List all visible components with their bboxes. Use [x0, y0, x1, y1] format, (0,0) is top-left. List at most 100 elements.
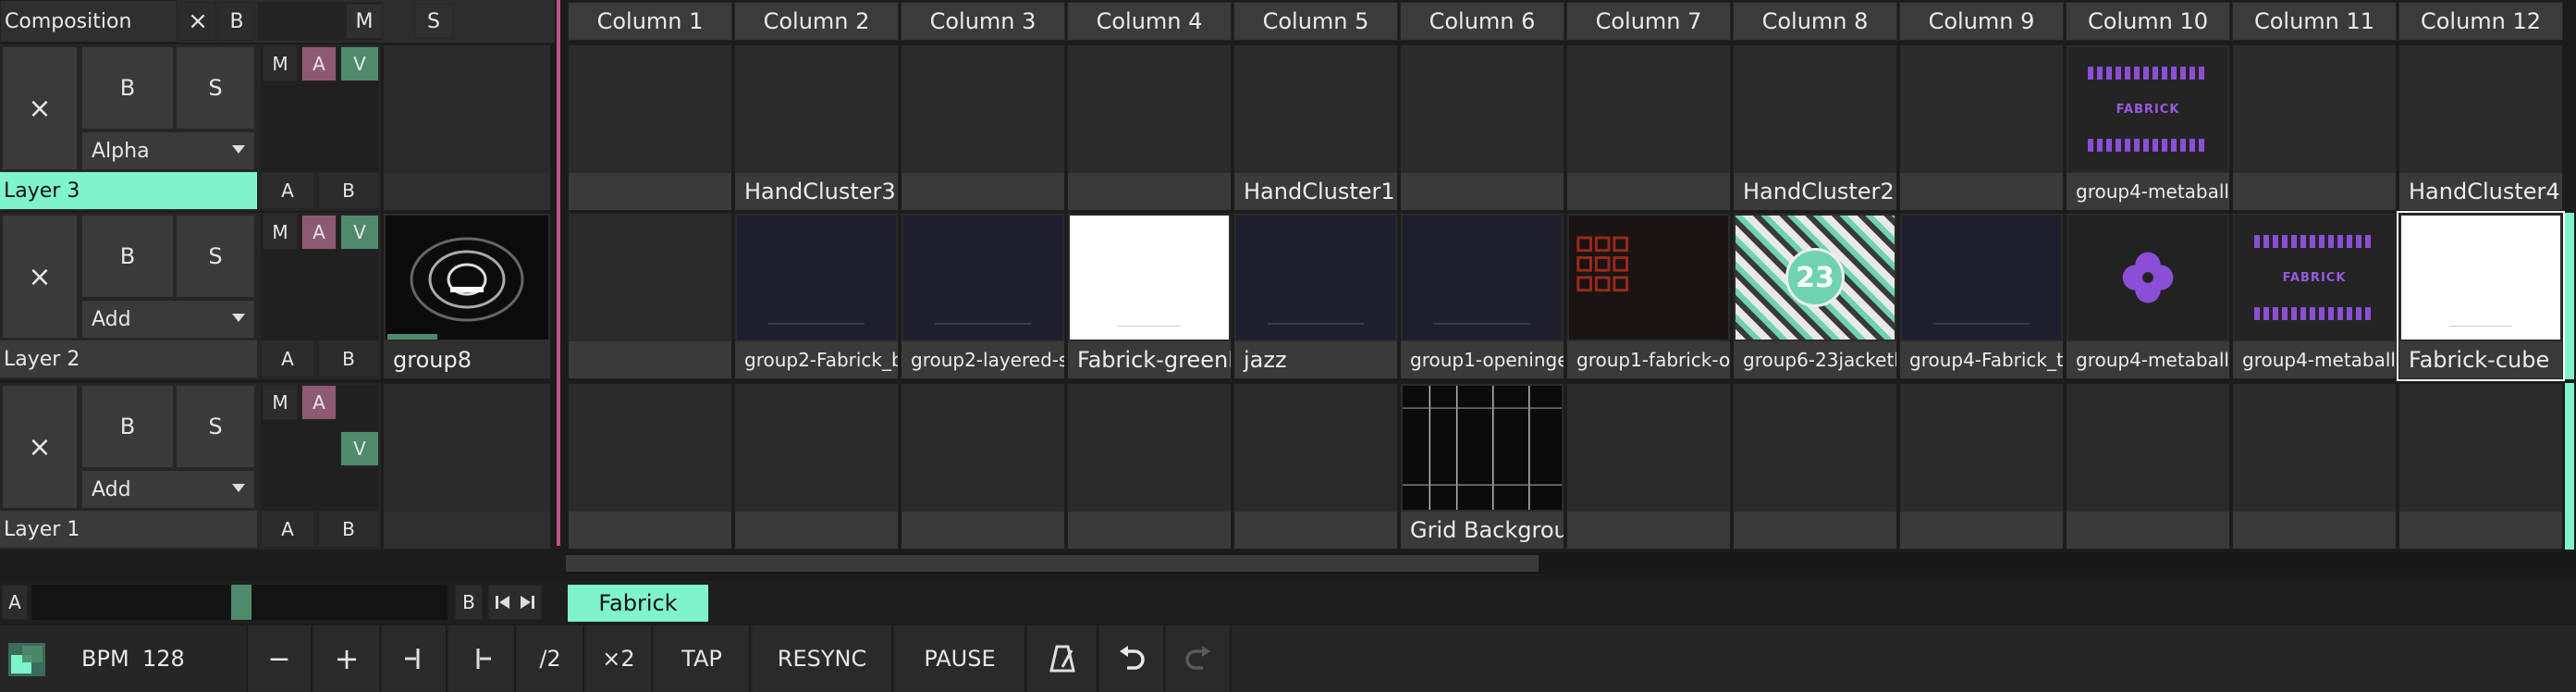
clip-slot[interactable]: group4-Fabrick_ti... [1899, 213, 2064, 379]
clip-slot[interactable]: group4-metaballZ... [2066, 213, 2230, 379]
layer-preview[interactable]: group8 [383, 213, 551, 379]
layer-clear-button[interactable]: × [2, 215, 78, 339]
crossfader-a-button[interactable]: A [2, 585, 28, 620]
clip-slot[interactable]: HandCluster3 [734, 44, 899, 211]
layer-preview[interactable] [383, 383, 551, 550]
composition-bypass-button[interactable]: B [218, 2, 255, 41]
layer-solo-button[interactable]: S [176, 385, 255, 468]
clip-slot[interactable] [2232, 44, 2397, 211]
layer-name[interactable]: Layer 1 [0, 511, 257, 548]
clip-slot[interactable] [1899, 44, 2064, 211]
clip-slot[interactable]: HandCluster2 [1733, 44, 1897, 211]
clip-slot[interactable] [1233, 383, 1398, 550]
clip-slot[interactable] [1400, 44, 1564, 211]
composition-title[interactable]: Composition [0, 0, 178, 43]
column-header-12[interactable]: Column 12 [2398, 2, 2563, 41]
layer-mute-button[interactable]: M [263, 215, 298, 250]
column-header-8[interactable]: Column 8 [1733, 2, 1897, 41]
crossfader-handle[interactable] [231, 585, 251, 620]
metronome-button[interactable] [1028, 625, 1098, 692]
crossfader-b-button[interactable]: B [455, 585, 483, 620]
layer-solo-button[interactable]: S [176, 46, 255, 130]
column-header-9[interactable]: Column 9 [1899, 2, 2064, 41]
layer-clear-button[interactable]: × [2, 385, 78, 509]
clip-slot[interactable]: HandCluster1 [1233, 44, 1398, 211]
layer-name[interactable]: Layer 3 [0, 172, 257, 209]
layer-bypass-button[interactable]: B [81, 215, 174, 298]
column-header-6[interactable]: Column 6 [1400, 2, 1564, 41]
clip-slot[interactable] [1067, 44, 1232, 211]
layer-name[interactable]: Layer 2 [0, 340, 257, 377]
blend-mode-select[interactable]: Add [81, 300, 255, 339]
clip-slot[interactable]: group2-Fabrick_bi... [734, 213, 899, 379]
clip-slot[interactable] [901, 44, 1065, 211]
crossfader-track[interactable] [31, 585, 448, 620]
pause-button[interactable]: PAUSE [895, 625, 1026, 692]
undo-button[interactable] [1100, 625, 1165, 692]
skip-next-icon[interactable] [519, 595, 535, 610]
clip-slot[interactable]: 23 group6-23jacketlook [1733, 213, 1897, 379]
layer-crossfade-a-button[interactable]: A [261, 172, 314, 209]
clip-slot[interactable] [568, 383, 732, 550]
layer-crossfade-b-button[interactable]: B [318, 172, 379, 209]
column-header-2[interactable]: Column 2 [734, 2, 899, 41]
layer-video-button[interactable]: V [340, 46, 379, 81]
clip-slot[interactable] [901, 383, 1065, 550]
layer-video-button[interactable]: V [340, 215, 379, 250]
view-layout-icon[interactable] [7, 642, 46, 677]
composition-mute-button[interactable]: M [346, 4, 383, 39]
clip-slot[interactable]: jazz [1233, 213, 1398, 379]
composition-clear-button[interactable]: × [179, 2, 216, 41]
clip-slot[interactable] [568, 213, 732, 379]
layer-preview[interactable] [383, 44, 551, 211]
bpm-value[interactable]: 128 [142, 625, 207, 692]
clip-slot[interactable] [1566, 383, 1731, 550]
clip-slot[interactable] [1733, 383, 1897, 550]
horizontal-scrollbar[interactable] [566, 553, 2576, 574]
column-header-4[interactable]: Column 4 [1067, 2, 1232, 41]
clip-slot[interactable]: FABRICK group4-metaball-j... [2232, 213, 2397, 379]
clip-slot[interactable]: group1-openinge... [1400, 213, 1564, 379]
deck-tab-fabrick[interactable]: Fabrick [568, 585, 708, 622]
nudge-forward-button[interactable] [449, 625, 516, 692]
layer-clear-button[interactable]: × [2, 46, 78, 170]
column-header-10[interactable]: Column 10 [2066, 2, 2230, 41]
column-header-3[interactable]: Column 3 [901, 2, 1065, 41]
bpm-increase-button[interactable]: + [314, 625, 381, 692]
layer-audio-button[interactable]: A [301, 385, 337, 420]
clip-slot[interactable]: Grid Background [1400, 383, 1564, 550]
bpm-decrease-button[interactable]: − [246, 625, 313, 692]
column-header-7[interactable]: Column 7 [1566, 2, 1731, 41]
clip-slot[interactable]: HandCluster4 [2398, 44, 2563, 211]
layer-audio-button[interactable]: A [301, 46, 337, 81]
column-header-5[interactable]: Column 5 [1233, 2, 1398, 41]
clip-slot[interactable] [2066, 383, 2230, 550]
bpm-double-button[interactable]: ×2 [586, 625, 653, 692]
resync-button[interactable]: RESYNC [753, 625, 893, 692]
layer-solo-button[interactable]: S [176, 215, 255, 298]
clip-slot[interactable]: FABRICK group4-metaballX... [2066, 44, 2230, 211]
layer-crossfade-a-button[interactable]: A [261, 511, 314, 548]
clip-slot[interactable] [568, 44, 732, 211]
layer-audio-button[interactable]: A [301, 215, 337, 250]
clip-slot[interactable]: group1-fabrick-op... [1566, 213, 1731, 379]
layer-mute-button[interactable]: M [263, 46, 298, 81]
layer-crossfade-a-button[interactable]: A [261, 340, 314, 377]
clip-slot[interactable]: group2-layered-st... [901, 213, 1065, 379]
nudge-back-button[interactable] [383, 625, 448, 692]
clip-slot[interactable] [1899, 383, 2064, 550]
layer-bypass-button[interactable]: B [81, 385, 174, 468]
tap-button[interactable]: TAP [655, 625, 751, 692]
layer-video-button[interactable]: V [340, 431, 379, 466]
column-header-1[interactable]: Column 1 [568, 2, 732, 41]
clip-slot[interactable] [2398, 383, 2563, 550]
clip-slot[interactable]: Fabrick-cube [2397, 211, 2565, 381]
clip-slot[interactable] [1566, 44, 1731, 211]
layer-crossfade-b-button[interactable]: B [318, 511, 379, 548]
composition-solo-button[interactable]: S [414, 4, 453, 39]
clip-slot[interactable] [2232, 383, 2397, 550]
blend-mode-select[interactable]: Alpha [81, 131, 255, 170]
clip-slot[interactable]: Fabrick-greenPoly [1067, 213, 1232, 379]
layer-crossfade-b-button[interactable]: B [318, 340, 379, 377]
column-header-11[interactable]: Column 11 [2232, 2, 2397, 41]
